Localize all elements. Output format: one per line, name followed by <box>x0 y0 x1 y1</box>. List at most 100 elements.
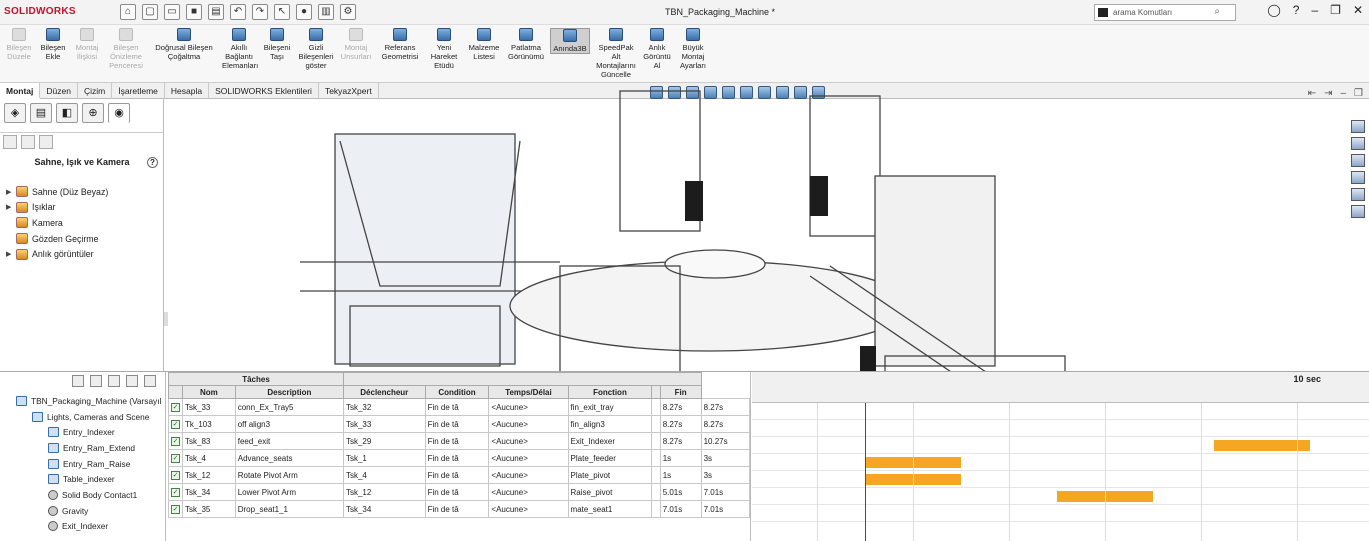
rebuild-icon[interactable]: ● <box>296 4 312 20</box>
viewport-minimize-button[interactable]: – <box>1340 88 1346 99</box>
collapse-left-icon[interactable]: ⇤ <box>1308 88 1316 99</box>
collapse-right-icon[interactable]: ⇥ <box>1324 88 1332 99</box>
display-manager-tab-icon[interactable]: ◉ <box>108 103 130 123</box>
tab-4[interactable]: Hesapla <box>165 83 210 99</box>
task-row[interactable]: ✓ Tsk_33 conn_Ex_Tray5 Tsk_32 Fin de tâ <Aucu… <box>168 398 751 416</box>
scene-tree-item[interactable]: Kamera <box>6 215 108 231</box>
filter-animated-icon[interactable] <box>72 375 84 387</box>
print-icon[interactable]: ▤ <box>208 4 224 20</box>
expand-arrow-icon[interactable]: ▶ <box>6 203 16 211</box>
file-properties-icon[interactable]: ▥ <box>318 4 334 20</box>
home-icon[interactable]: ⌂ <box>120 4 136 20</box>
help-circle-icon[interactable]: ? <box>147 157 158 168</box>
user-account-icon[interactable]: ◯ <box>1267 3 1280 17</box>
ribbon-button-2[interactable]: Montaj İlişkisi <box>72 28 102 61</box>
ribbon-button-10[interactable]: Yeni Hareket Etüdü <box>426 28 462 70</box>
appearances-subtab-icon[interactable] <box>3 135 17 149</box>
task-row[interactable]: ✓ Tsk_35 Drop_seat1_1 Tsk_34 Fin de tâ <Aucun… <box>168 500 751 518</box>
ribbon-button-16[interactable]: Büyük Montaj Ayarları <box>676 28 710 70</box>
ribbon-button-1[interactable]: Bileşen Ekle <box>38 28 68 61</box>
motion-tree-item[interactable]: Solid Body Contact1 <box>4 487 161 503</box>
home-resources-icon[interactable] <box>1351 120 1365 133</box>
task-row[interactable]: ✓ Tsk_12 Rotate Pivot Arm Tsk_4 Fin de tâ <Au… <box>168 466 751 484</box>
expand-arrow-icon[interactable]: ▶ <box>6 250 16 258</box>
motion-tree-item[interactable]: Gravity <box>4 503 161 519</box>
file-explorer-icon[interactable] <box>1351 154 1365 167</box>
ribbon-button-15[interactable]: Anlık Görüntü Al <box>642 28 672 70</box>
search-commands-input[interactable]: arama Komutları ⌕ <box>1094 4 1236 21</box>
ribbon-button-13[interactable]: Anında3B <box>550 28 590 54</box>
view-palette-icon[interactable] <box>1351 171 1365 184</box>
ribbon-button-11[interactable]: Malzeme Listesi <box>466 28 502 61</box>
ribbon-button-9[interactable]: Referans Geometrisi <box>378 28 422 61</box>
motion-tree-item[interactable]: Exit_Indexer <box>4 519 161 535</box>
ribbon-button-8[interactable]: Montaj Unsurları <box>338 28 374 61</box>
open-folder-icon[interactable]: ▭ <box>164 4 180 20</box>
ribbon-button-7[interactable]: Gizli Bileşenleri göster <box>298 28 334 70</box>
property-manager-tab-icon[interactable]: ▤ <box>30 103 52 123</box>
ribbon-button-6[interactable]: Bileşeni Taşı <box>260 28 294 61</box>
scene-tree-item[interactable]: ▶ Anlık görüntüler <box>6 246 108 262</box>
minimize-button[interactable]: – <box>1311 3 1318 17</box>
time-cursor[interactable] <box>865 403 866 541</box>
motion-tree-item[interactable]: Lights, Cameras and Scene <box>4 409 161 425</box>
ribbon-button-3[interactable]: Bileşen Önizleme Penceresi <box>106 28 146 70</box>
appearances-scenes-icon[interactable] <box>1351 188 1365 201</box>
task-enabled-checkbox[interactable]: ✓ <box>168 500 183 518</box>
ribbon-button-14[interactable]: SpeedPak Alt Montajlarını Güncelle <box>594 28 638 79</box>
expand-arrow-icon[interactable]: ▶ <box>6 188 16 196</box>
close-button[interactable]: ✕ <box>1353 3 1363 17</box>
ribbon-button-5[interactable]: Akıllı Bağlantı Elemanları <box>222 28 258 70</box>
redo-icon[interactable]: ↷ <box>252 4 268 20</box>
task-row[interactable]: ✓ Tsk_83 feed_exit Tsk_29 Fin de tâ <Aucune> E… <box>168 432 751 450</box>
new-file-icon[interactable]: ▢ <box>142 4 158 20</box>
task-enabled-checkbox[interactable]: ✓ <box>168 432 183 450</box>
timeline-gridline <box>913 403 914 541</box>
feature-manager-tab-icon[interactable]: ◈ <box>4 103 26 123</box>
scene-tree-item[interactable]: ▶ Sahne (Düz Beyaz) <box>6 184 108 200</box>
task-enabled-checkbox[interactable]: ✓ <box>168 398 183 416</box>
scene-tree-item[interactable]: Gözden Geçirme <box>6 231 108 247</box>
tab-0[interactable]: Montaj <box>0 83 41 99</box>
decals-subtab-icon[interactable] <box>21 135 35 149</box>
search-icon[interactable]: ⌕ <box>1214 6 1220 17</box>
task-row[interactable]: ✓ Tsk_34 Lower Pivot Arm Tsk_12 Fin de tâ <Au… <box>168 483 751 501</box>
save-icon[interactable]: ■ <box>186 4 202 20</box>
design-library-icon[interactable] <box>1351 137 1365 150</box>
motion-tree-item[interactable]: Table_indexer <box>4 471 161 487</box>
configuration-manager-tab-icon[interactable]: ◧ <box>56 103 78 123</box>
options-gear-icon[interactable]: ⚙ <box>340 4 356 20</box>
task-enabled-checkbox[interactable]: ✓ <box>168 415 183 433</box>
filter-results-icon[interactable] <box>126 375 138 387</box>
tab-3[interactable]: İşaretleme <box>112 83 165 99</box>
scene-tree-item[interactable]: ▶ Işıklar <box>6 200 108 216</box>
motion-tree-item[interactable]: Entry_Ram_Raise <box>4 456 161 472</box>
timeline-bar[interactable] <box>1213 440 1310 451</box>
filter-driving-icon[interactable] <box>90 375 102 387</box>
motion-tree-item[interactable]: Entry_Indexer <box>4 424 161 440</box>
filter-selected-icon[interactable] <box>108 375 120 387</box>
ribbon-button-4[interactable]: Doğrusal Bileşen Çoğaltma <box>150 28 218 61</box>
task-enabled-checkbox[interactable]: ✓ <box>168 466 183 484</box>
task-row[interactable]: ✓ Tsk_4 Advance_seats Tsk_1 Fin de tâ <Aucune… <box>168 449 751 467</box>
ribbon-button-12[interactable]: Patlatma Görünümü <box>506 28 546 61</box>
tab-2[interactable]: Çizim <box>78 83 113 99</box>
select-pointer-icon[interactable]: ↖ <box>274 4 290 20</box>
motion-tree-item[interactable]: Entry_Ram_Extend <box>4 440 161 456</box>
ribbon-button-0[interactable]: Bileşen Düzele <box>4 28 34 61</box>
task-enabled-checkbox[interactable]: ✓ <box>168 449 183 467</box>
task-row[interactable]: ✓ Tk_103 off align3 Tsk_33 Fin de tâ <Aucune>… <box>168 415 751 433</box>
motion-tree-item[interactable]: TBN_Packaging_Machine (Varsayıl <box>4 393 161 409</box>
undo-icon[interactable]: ↶ <box>230 4 246 20</box>
custom-properties-icon[interactable] <box>1351 205 1365 218</box>
dimxpert-manager-tab-icon[interactable]: ⊕ <box>82 103 104 123</box>
restore-button[interactable]: ❐ <box>1330 3 1341 17</box>
solidworks-logo[interactable]: SOLIDWORKS <box>4 6 76 17</box>
panel-splitter[interactable] <box>164 312 168 326</box>
task-enabled-checkbox[interactable]: ✓ <box>168 483 183 501</box>
tab-1[interactable]: Düzen <box>40 83 78 99</box>
scene-lights-camera-subtab-icon[interactable] <box>39 135 53 149</box>
viewport-restore-button[interactable]: ❐ <box>1354 88 1363 99</box>
autofit-icon[interactable] <box>144 375 156 387</box>
help-icon[interactable]: ? <box>1293 3 1300 17</box>
